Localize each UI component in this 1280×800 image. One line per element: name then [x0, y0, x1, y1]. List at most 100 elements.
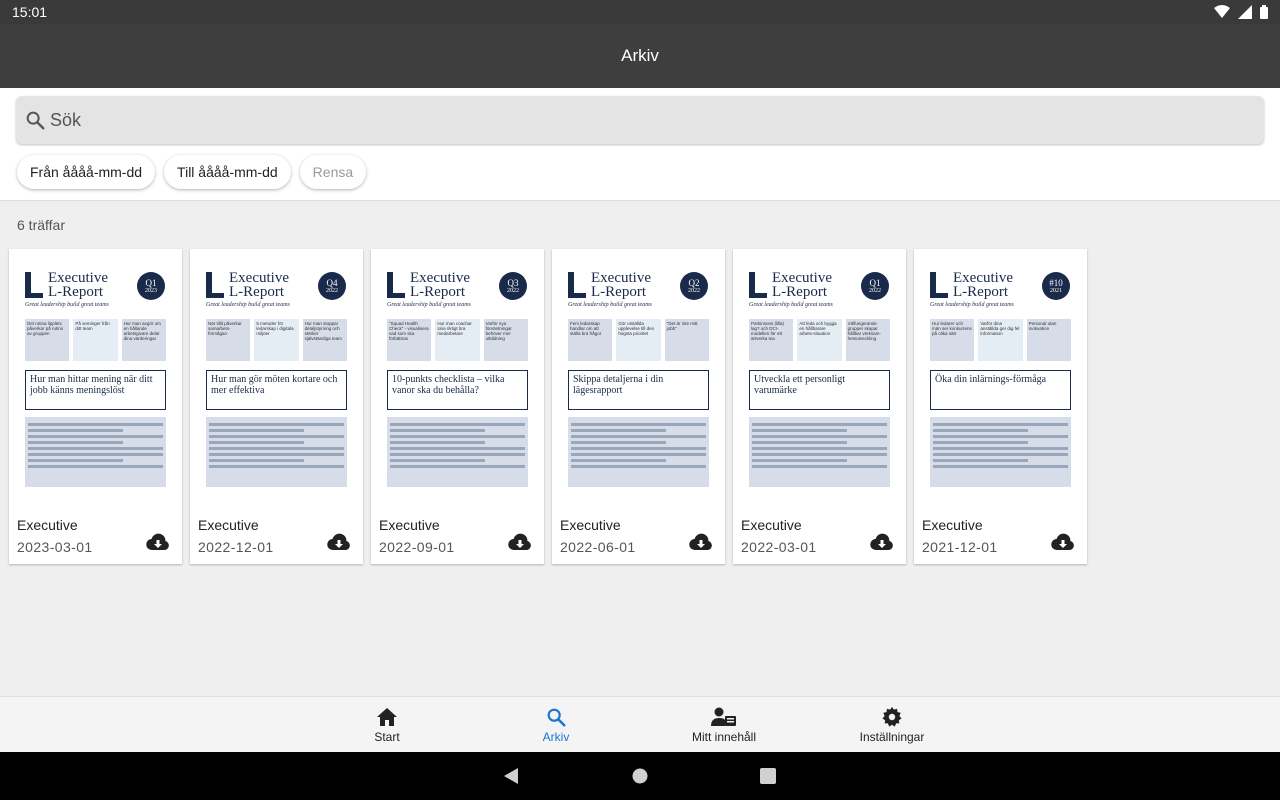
search-input[interactable]: [50, 109, 1230, 131]
cover-table-of-contents: [749, 417, 890, 487]
cover-masthead-line2: L-Report: [772, 284, 827, 300]
from-date-chip[interactable]: Från åååå-mm-dd: [17, 155, 156, 189]
cover-headline: Utveckla ett personligt varumärke: [749, 370, 890, 410]
cover-teaser: Hur ledarer och män ser konkurrens på ol…: [930, 319, 975, 361]
cloud-download-icon[interactable]: [1051, 531, 1075, 555]
cover-issue-badge: Q1 2022: [861, 272, 889, 300]
cover-teasers: Det rutina lipplets påverkar på rutins a…: [25, 319, 166, 361]
cover-masthead-line1: Executive: [410, 270, 470, 286]
cover-masthead: Executive L-Report: [772, 270, 832, 300]
issue-cover-image[interactable]: Executive L-Report Q1 2022 Great leadership …: [742, 266, 897, 496]
issue-date: 2022-03-01: [741, 539, 817, 555]
issue-title: Executive: [17, 517, 78, 533]
cover-masthead-line1: Executive: [772, 270, 832, 286]
cover-teaser: Hur man avgör om en hållande arbetsgivar…: [121, 319, 166, 361]
cover-masthead-line1: Executive: [48, 270, 108, 286]
cover-teasers: "Squad Health Check" - visualisera vad s…: [387, 319, 528, 361]
cover-issue-badge: Q1 2023: [137, 272, 165, 300]
cover-issue: Q1: [869, 277, 881, 288]
issue-cover-image[interactable]: Executive L-Report Q4 2022 Great leadership …: [199, 266, 354, 496]
search-icon: [26, 111, 45, 130]
cover-tagline: Great leadership build great teams: [930, 302, 1014, 308]
cover-table-of-contents: [568, 417, 709, 487]
cover-teaser: Att leda och bygga en hållbarare arbets-…: [797, 319, 842, 361]
issue-card[interactable]: Executive L-Report Q4 2022 Great leadership …: [190, 249, 363, 564]
cover-year: 2022: [688, 287, 700, 294]
recents-icon[interactable]: [760, 768, 776, 784]
cloud-download-icon[interactable]: [870, 531, 894, 555]
archive-content: Från åååå-mm-dd Till åååå-mm-dd Rensa 6 …: [0, 88, 1280, 696]
issue-card[interactable]: Executive L-Report #10 2021 Great leadership…: [914, 249, 1087, 564]
issue-card[interactable]: Executive L-Report Q3 2022 Great leadership …: [371, 249, 544, 564]
nav-item-mitt-innehall[interactable]: Mitt innehåll: [664, 697, 784, 753]
issue-title: Executive: [379, 517, 440, 533]
cover-year: 2022: [869, 287, 881, 294]
cover-teasers: Fem ledarskap handlar om att ställa bra …: [568, 319, 709, 361]
battery-icon: [1260, 5, 1268, 19]
cover-masthead-line2: L-Report: [48, 284, 103, 300]
nav-item-arkiv[interactable]: Arkiv: [496, 697, 616, 753]
results-grid: Executive L-Report Q1 2023 Great leadership …: [9, 249, 1087, 564]
cover-teasers: Parkinsons (lilla) lag? och DCI-modellen…: [749, 319, 890, 361]
date-filter-chips: Från åååå-mm-dd Till åååå-mm-dd Rensa: [17, 155, 367, 189]
report-logo: [206, 272, 224, 298]
cloud-download-icon[interactable]: [146, 531, 170, 555]
search-panel: Från åååå-mm-dd Till åååå-mm-dd Rensa: [0, 88, 1280, 201]
issue-date: 2023-03-01: [17, 539, 93, 555]
app-bar: Arkiv: [0, 24, 1280, 88]
issue-card[interactable]: Executive L-Report Q1 2022 Great leadership …: [733, 249, 906, 564]
cover-headline: Hur man hittar mening när ditt jobb känn…: [25, 370, 166, 410]
issue-cover-image[interactable]: Executive L-Report Q3 2022 Great leadership …: [380, 266, 535, 496]
cover-masthead-line2: L-Report: [229, 284, 284, 300]
nav-label-mitt-innehall: Mitt innehåll: [691, 730, 757, 744]
nav-label-arkiv: Arkiv: [542, 730, 570, 744]
nav-item-start[interactable]: Start: [327, 697, 447, 753]
cover-teaser: 5 metoder för ledarskap i digitala miljö…: [254, 319, 299, 361]
cover-masthead-line1: Executive: [229, 270, 289, 286]
report-logo: [568, 272, 586, 298]
cover-tagline: Great leadership build great teams: [206, 302, 290, 308]
back-icon[interactable]: [504, 768, 518, 784]
home-icon: [377, 708, 397, 726]
cover-table-of-contents: [930, 417, 1071, 487]
cover-issue-badge: #10 2021: [1042, 272, 1070, 300]
issue-title: Executive: [560, 517, 621, 533]
cover-masthead: Executive L-Report: [229, 270, 289, 300]
cloud-download-icon[interactable]: [689, 531, 713, 555]
issue-title: Executive: [922, 517, 983, 533]
home-button-icon[interactable]: [632, 768, 648, 784]
issue-cover-image[interactable]: Executive L-Report Q1 2023 Great leadership …: [18, 266, 173, 496]
cover-masthead: Executive L-Report: [953, 270, 1013, 300]
issue-title: Executive: [741, 517, 802, 533]
cover-masthead-line2: L-Report: [410, 284, 465, 300]
cover-teaser: "Det är inte mitt jobb": [664, 319, 709, 361]
cover-teaser: Hur man coachar sina riktigt bra medarbe…: [435, 319, 480, 361]
cover-masthead-line1: Executive: [953, 270, 1013, 286]
clear-filter-chip[interactable]: Rensa: [299, 155, 367, 189]
issue-card[interactable]: Executive L-Report Q1 2023 Great leadership …: [9, 249, 182, 564]
cover-issue: Q4: [326, 277, 338, 288]
cover-headline: Skippa detaljerna i din lägesrapport: [568, 370, 709, 410]
cover-year: 2021: [1050, 287, 1062, 294]
issue-cover-image[interactable]: Executive L-Report #10 2021 Great leadership…: [923, 266, 1078, 496]
report-logo: [749, 272, 767, 298]
issue-cover-image[interactable]: Executive L-Report Q2 2022 Great leadership …: [561, 266, 716, 496]
report-logo: [387, 272, 405, 298]
status-time: 15:01: [12, 4, 48, 20]
nav-label-start: Start: [374, 730, 400, 744]
cover-masthead-line1: Executive: [591, 270, 651, 286]
issue-card[interactable]: Executive L-Report Q2 2022 Great leadership …: [552, 249, 725, 564]
issue-title: Executive: [198, 517, 259, 533]
search-box[interactable]: [16, 96, 1264, 144]
system-navigation-bar: [0, 752, 1280, 800]
gear-icon: [882, 706, 902, 727]
cloud-download-icon[interactable]: [508, 531, 532, 555]
cover-headline: Öka din inlärnings-förmåga: [930, 370, 1071, 410]
cover-masthead: Executive L-Report: [410, 270, 470, 300]
cover-masthead: Executive L-Report: [48, 270, 108, 300]
to-date-chip[interactable]: Till åååå-mm-dd: [164, 155, 291, 189]
cover-table-of-contents: [206, 417, 347, 487]
cloud-download-icon[interactable]: [327, 531, 351, 555]
nav-item-installningar[interactable]: Inställningar: [832, 697, 952, 753]
issue-date: 2022-12-01: [198, 539, 274, 555]
